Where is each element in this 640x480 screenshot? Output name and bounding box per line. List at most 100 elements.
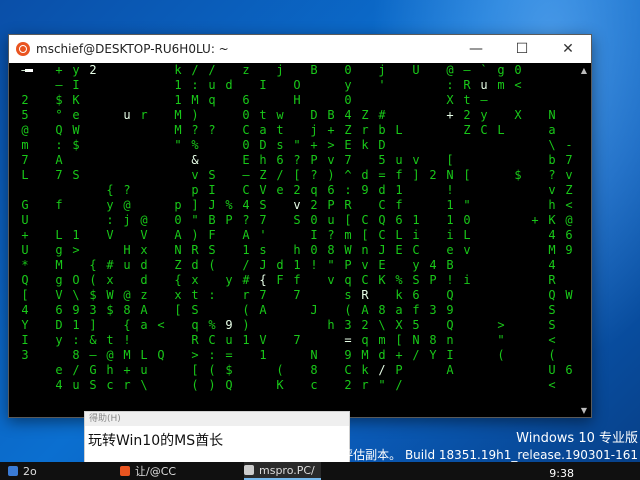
scroll-down-arrow-icon[interactable]: ▼ (577, 403, 591, 417)
matrix-glyph: > (497, 318, 505, 332)
matrix-glyph: [ (361, 228, 369, 242)
matrix-glyph (393, 78, 405, 93)
matrix-glyph: k (361, 363, 369, 377)
maximize-button[interactable]: ☐ (499, 35, 545, 63)
matrix-glyph: 0 (310, 243, 318, 257)
matrix-column: / u q ? S I J B F S( : % C:() (206, 63, 218, 393)
matrix-glyph: # (242, 273, 250, 287)
matrix-glyph (223, 138, 235, 153)
matrix-glyph: 7 (259, 288, 267, 302)
matrix-glyph: C (208, 333, 216, 347)
matrix-glyph: M (548, 243, 556, 257)
matrix-glyph (36, 168, 48, 183)
matrix-glyph (172, 168, 184, 183)
matrix-glyph: k (174, 63, 182, 77)
matrix-glyph: 6 (565, 363, 573, 377)
matrix-glyph: – (463, 63, 471, 77)
matrix-glyph (223, 153, 235, 168)
matrix-glyph: P (225, 213, 233, 227)
matrix-glyph (563, 333, 575, 348)
matrix-glyph: 2 (89, 63, 97, 77)
matrix-glyph: 7 (565, 153, 573, 167)
matrix-column: – Rt 2 Z [ " 0 Lv i (461, 63, 473, 393)
matrix-glyph (155, 93, 167, 108)
matrix-glyph (512, 378, 524, 393)
matrix-glyph: m (497, 78, 505, 92)
matrix-glyph: u (140, 363, 148, 377)
matrix-glyph (529, 243, 541, 258)
matrix-glyph: + (327, 123, 335, 137)
matrix-glyph: K (72, 93, 80, 107)
scroll-up-arrow-icon[interactable]: ▲ (577, 63, 591, 77)
matrix-glyph: { (106, 183, 114, 197)
matrix-glyph: G (89, 363, 97, 377)
title-bar[interactable]: mschief@DESKTOP-RU6H0LU: ~ — ☐ ✕ (9, 35, 591, 63)
matrix-glyph (393, 93, 405, 108)
matrix-glyph: = (344, 333, 352, 347)
matrix-glyph: z (140, 288, 148, 302)
matrix-glyph: K (276, 378, 284, 392)
matrix-glyph (393, 63, 405, 78)
matrix-glyph: B (310, 63, 318, 77)
matrix-glyph (461, 303, 473, 318)
matrix-glyph: $ (89, 288, 97, 302)
matrix-glyph: C (344, 363, 352, 377)
matrix-glyph (138, 63, 150, 78)
matrix-glyph (206, 108, 218, 123)
matrix-glyph: 8 (378, 303, 386, 317)
matrix-glyph: ( (276, 363, 284, 377)
matrix-glyph (274, 288, 286, 303)
matrix-glyph: 9 (446, 303, 454, 317)
taskbar-item-1[interactable]: 2o (8, 462, 37, 480)
matrix-glyph (87, 228, 99, 243)
matrix-glyph: 7 (55, 168, 63, 182)
minimize-button[interactable]: — (453, 35, 499, 63)
matrix-glyph: * (21, 258, 29, 272)
matrix-glyph (36, 363, 48, 378)
matrix-glyph (495, 198, 507, 213)
scrollbar[interactable]: ▲ ▼ (577, 63, 591, 417)
matrix-glyph (478, 273, 490, 288)
matrix-glyph (529, 168, 541, 183)
matrix-glyph: / (395, 378, 403, 392)
matrix-glyph: u (395, 153, 403, 167)
matrix-glyph (240, 348, 252, 363)
taskbar-clock[interactable]: 9:38 (549, 467, 574, 480)
matrix-glyph (427, 363, 439, 378)
matrix-glyph (274, 333, 286, 348)
matrix-glyph: x (191, 273, 199, 287)
matrix-glyph (325, 333, 337, 348)
matrix-glyph: < (548, 378, 556, 392)
matrix-glyph: M (174, 123, 182, 137)
matrix-glyph (478, 228, 490, 243)
matrix-glyph: ( (208, 258, 216, 272)
window-title: mschief@DESKTOP-RU6H0LU: ~ (36, 42, 229, 56)
matrix-glyph: W (72, 123, 80, 137)
matrix-column: Na \ b? v h K 4 M 4 R Q S S <(U < (546, 63, 558, 393)
taskbar-item-label: 让/@CC (135, 465, 177, 478)
close-button[interactable]: ✕ (545, 35, 591, 63)
matrix-glyph: " (293, 138, 301, 152)
matrix-glyph: t (191, 288, 199, 302)
matrix-glyph (257, 378, 269, 393)
matrix-glyph (121, 63, 133, 78)
matrix-glyph: y (106, 198, 114, 212)
matrix-glyph: < (514, 78, 522, 92)
matrix-glyph: 7 (21, 153, 29, 167)
matrix-glyph (495, 243, 507, 258)
matrix-glyph: @ (21, 123, 29, 137)
taskbar-item-2[interactable]: 让/@CC (120, 462, 176, 480)
matrix-glyph (410, 138, 422, 153)
terminal-output[interactable]: – 2 5 @ m 7 L G U + U * Q[4 Y I 3 + – $ ° Q: A 7 f LgMgV6Dy… (9, 63, 577, 417)
matrix-glyph: Y (21, 318, 29, 332)
taskbar-item-3[interactable]: mspro.PC/ (244, 462, 321, 480)
matrix-glyph: b (548, 153, 556, 167)
terminal-window[interactable]: mschief@DESKTOP-RU6H0LU: ~ — ☐ ✕ – 2 5 @ m 7… (8, 34, 592, 418)
matrix-glyph (104, 138, 116, 153)
chat-popup[interactable]: 得助(H) 玩转Win10的MS酋长 (84, 411, 350, 463)
matrix-glyph: u (123, 108, 131, 122)
matrix-glyph: h (293, 243, 301, 257)
matrix-glyph: E (395, 243, 403, 257)
matrix-column: 2 {($3] & – G S (87, 63, 99, 393)
matrix-glyph: 8 (429, 333, 437, 347)
